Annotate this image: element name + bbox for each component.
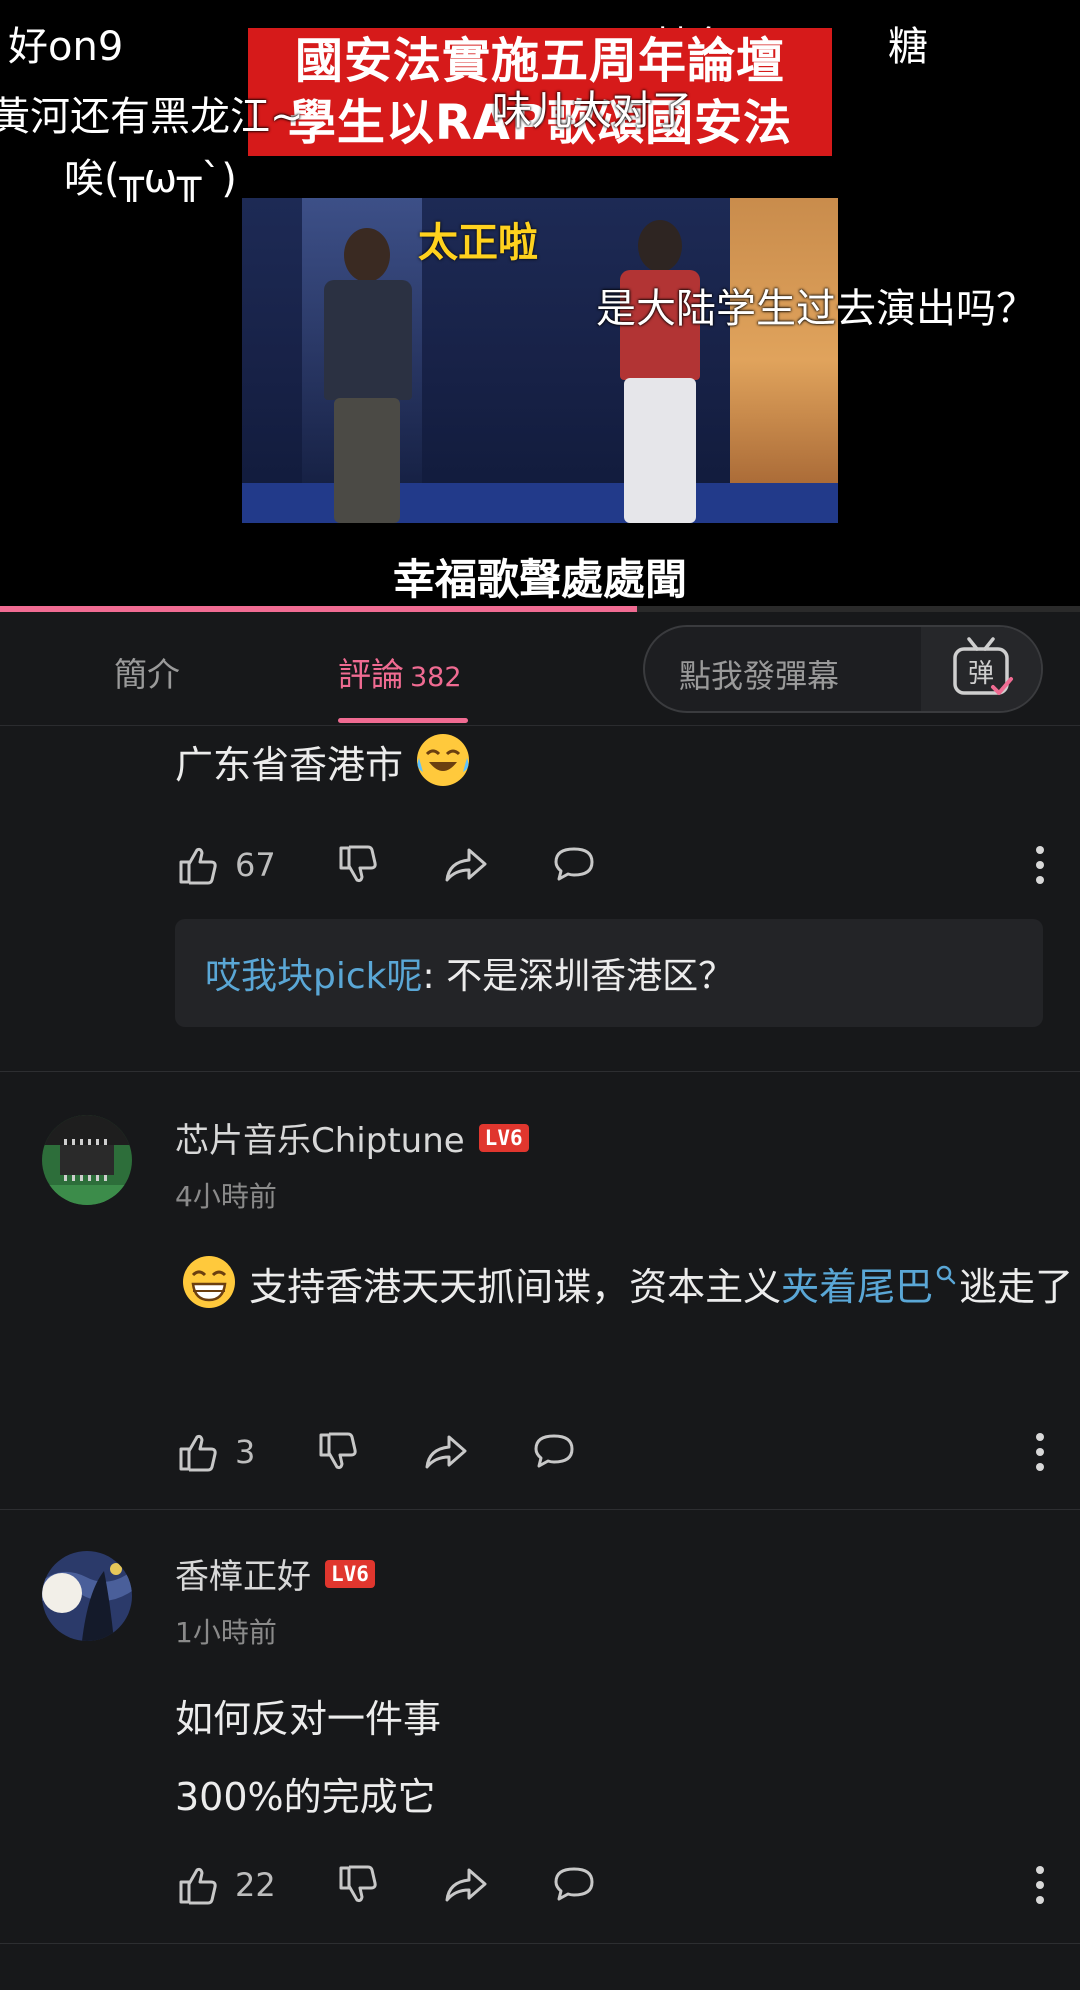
dislike-button[interactable] bbox=[335, 840, 381, 890]
starry-night-avatar-icon bbox=[42, 1551, 132, 1641]
performer-right bbox=[608, 220, 708, 523]
active-tab-indicator bbox=[338, 718, 468, 723]
performer-left bbox=[312, 228, 422, 523]
video-subtitle: 幸福歌聲處處聞 bbox=[392, 555, 687, 604]
danmaku-item: 黃河还有黑龙江~ bbox=[0, 94, 304, 140]
reply-button[interactable] bbox=[531, 1427, 577, 1477]
thumbs-up-icon bbox=[179, 1434, 217, 1472]
danmaku-item: 是大陆学生过去演出吗？ bbox=[596, 286, 1036, 332]
reply-author[interactable]: 哎我块pick呢 bbox=[205, 956, 423, 997]
comment-username[interactable]: 芯片音乐Chiptune LV6 bbox=[175, 1113, 529, 1162]
reply-text: 哎我块pick呢: 不是深圳香港区？ bbox=[205, 947, 734, 999]
search-keyword-link[interactable]: 夹着尾巴 bbox=[781, 1265, 933, 1309]
comment-text-line: 300%的完成它 bbox=[175, 1775, 436, 1819]
comment-actions: 22 bbox=[175, 1860, 1055, 1910]
video-caption: 太正啦 bbox=[418, 220, 538, 266]
comment-text: 广东省香港市 bbox=[175, 727, 471, 803]
danmaku-input[interactable]: 點我發彈幕 弹 bbox=[643, 625, 1043, 713]
danmaku-item: 糖 bbox=[888, 24, 928, 70]
more-options-icon[interactable] bbox=[1025, 844, 1055, 886]
danmaku-item: 唉(╥ω╥`) bbox=[64, 156, 237, 202]
share-button[interactable] bbox=[443, 1860, 489, 1910]
danmaku-tv-glyph: 弹 bbox=[968, 659, 994, 689]
avatar[interactable] bbox=[42, 1115, 132, 1205]
chat-bubble-icon bbox=[554, 1867, 594, 1901]
share-icon bbox=[445, 1868, 487, 1902]
thumbs-down-icon bbox=[319, 1432, 357, 1470]
share-button[interactable] bbox=[443, 840, 489, 890]
comment-divider bbox=[0, 1071, 1080, 1072]
more-options-icon[interactable] bbox=[1025, 1431, 1055, 1473]
level-badge: LV6 bbox=[325, 1559, 375, 1588]
danmaku-toggle-button[interactable]: 弹 bbox=[921, 627, 1041, 711]
like-count: 3 bbox=[235, 1433, 256, 1471]
like-count: 67 bbox=[235, 846, 276, 884]
comment-divider bbox=[0, 1943, 1080, 1944]
like-count: 22 bbox=[235, 1866, 276, 1904]
thumbs-down-icon bbox=[339, 1865, 377, 1903]
thumbs-down-icon bbox=[339, 845, 377, 883]
chat-bubble-icon bbox=[554, 847, 594, 881]
tab-comments-count: 382 bbox=[410, 662, 462, 693]
tab-comments[interactable]: 評論 382 bbox=[338, 648, 462, 696]
tab-intro[interactable]: 簡介 bbox=[114, 648, 180, 696]
reply-separator: : bbox=[422, 956, 447, 997]
comment-text: 支持香港天天抓间谍，资本主义夹着尾巴 逃走了 bbox=[175, 1249, 1073, 1325]
comment-timestamp: 1小時前 bbox=[175, 1616, 277, 1649]
dislike-button[interactable] bbox=[315, 1427, 361, 1477]
share-icon bbox=[425, 1435, 467, 1469]
crying-laughing-emoji-icon bbox=[417, 734, 470, 786]
username-text: 香樟正好 bbox=[175, 1557, 311, 1597]
dislike-button[interactable] bbox=[335, 1860, 381, 1910]
more-options-icon[interactable] bbox=[1025, 1864, 1055, 1906]
avatar[interactable] bbox=[42, 1551, 132, 1641]
comment-actions: 67 bbox=[175, 840, 1055, 890]
thumbs-up-icon bbox=[179, 1867, 217, 1905]
stage-backdrop bbox=[730, 198, 838, 523]
comment-username[interactable]: 香樟正好 LV6 bbox=[175, 1549, 375, 1598]
level-badge: LV6 bbox=[478, 1123, 529, 1152]
danmaku-item: 味儿太对了 bbox=[492, 88, 692, 134]
comment-body: 广东省香港市 bbox=[175, 743, 404, 787]
like-button[interactable]: 3 bbox=[175, 1427, 255, 1477]
grinning-emoji-icon bbox=[183, 1256, 235, 1308]
reply-button[interactable] bbox=[551, 1860, 597, 1910]
comment-body-part-2: 逃走了 bbox=[959, 1265, 1074, 1309]
reply-body: 不是深圳香港区？ bbox=[446, 956, 735, 997]
comment-timestamp: 4小時前 bbox=[175, 1180, 277, 1213]
like-button[interactable]: 22 bbox=[175, 1860, 276, 1910]
reply-button[interactable] bbox=[551, 840, 597, 890]
video-player[interactable]: 好on9 抽象 糖 國安法實施五周年論壇 學生以RAP歌頌國安法 黃河还有黑龙江… bbox=[0, 0, 1080, 612]
thumbs-up-icon bbox=[179, 847, 217, 885]
danmaku-tv-icon: 弹 bbox=[953, 637, 1013, 695]
danmaku-item: 好on9 bbox=[8, 24, 124, 70]
video-footage: 太正啦 bbox=[242, 198, 838, 523]
comment-divider bbox=[0, 1509, 1080, 1510]
tab-comments-label: 評論 bbox=[338, 655, 404, 694]
danmaku-input-placeholder: 點我發彈幕 bbox=[679, 657, 840, 695]
share-icon bbox=[445, 848, 487, 882]
like-button[interactable]: 67 bbox=[175, 840, 276, 890]
comment-body-part-1: 支持香港天天抓间谍，资本主义 bbox=[249, 1265, 782, 1309]
comment-actions: 3 bbox=[175, 1427, 1055, 1477]
chat-bubble-icon bbox=[534, 1434, 574, 1468]
chip-avatar-icon bbox=[42, 1115, 132, 1205]
reply-preview[interactable]: 哎我块pick呢: 不是深圳香港区？ bbox=[175, 919, 1043, 1027]
search-icon[interactable] bbox=[935, 1264, 957, 1286]
share-button[interactable] bbox=[423, 1427, 469, 1477]
comment-text-line: 如何反对一件事 bbox=[175, 1697, 442, 1741]
username-text: 芯片音乐Chiptune bbox=[175, 1121, 465, 1161]
